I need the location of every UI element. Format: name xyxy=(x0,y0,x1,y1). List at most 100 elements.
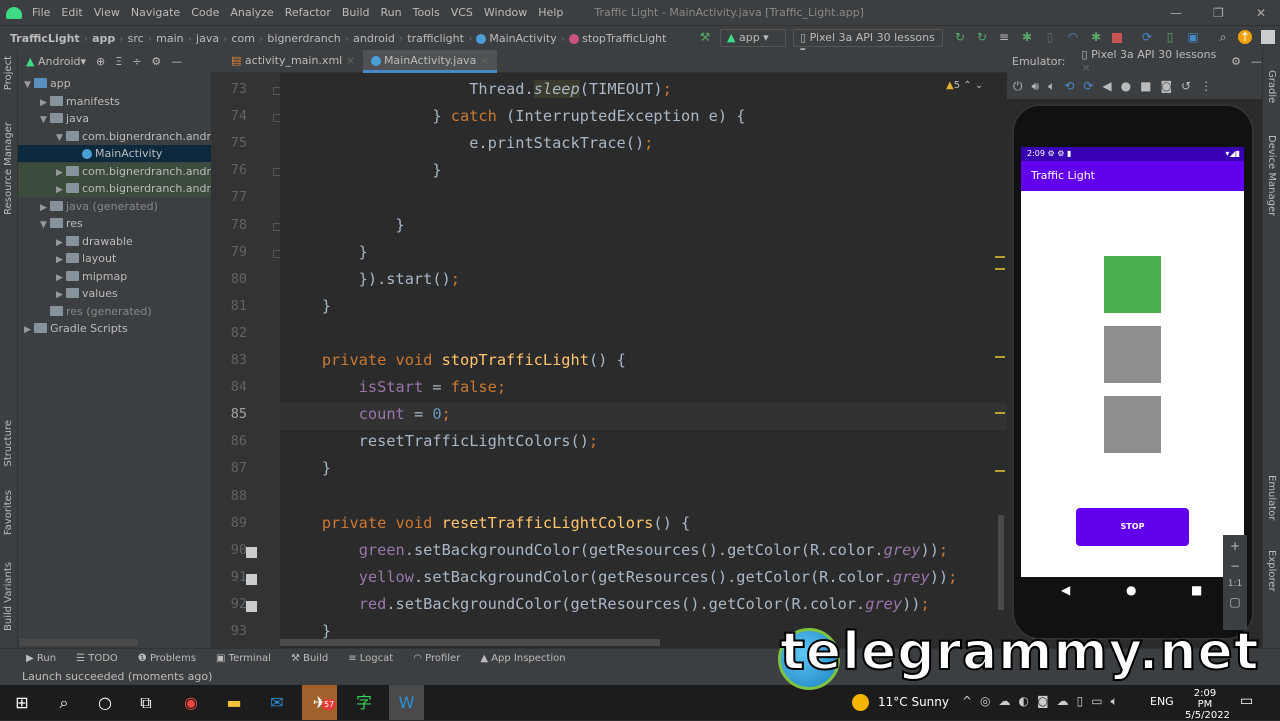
attach-debugger-icon[interactable]: ✱ xyxy=(1089,30,1103,44)
project-tool-tab[interactable]: Project xyxy=(3,56,14,90)
tree-item[interactable]: ▼ java xyxy=(18,110,211,127)
tool-logcat[interactable]: ≡ Logcat xyxy=(348,653,393,664)
chevron-down-icon[interactable]: ▼ xyxy=(56,130,66,145)
warnings-indicator[interactable]: ▲5 ⌃ ⌄ xyxy=(946,80,983,91)
zoom-out-button[interactable]: − xyxy=(1223,559,1247,573)
tree-item[interactable]: ▶ java (generated) xyxy=(18,198,211,215)
profiler-icon[interactable]: ◠ xyxy=(1066,30,1080,44)
chevron-right-icon[interactable]: ▶ xyxy=(56,182,66,197)
locate-icon[interactable]: ⊕ xyxy=(96,55,105,68)
chevron-right-icon[interactable]: ▶ xyxy=(24,322,34,337)
hide-icon[interactable]: — xyxy=(171,55,182,68)
tree-item[interactable]: ▶ drawable xyxy=(18,233,211,250)
menu-analyze[interactable]: Analyze xyxy=(230,6,273,19)
menu-code[interactable]: Code xyxy=(191,6,219,19)
menu-tools[interactable]: Tools xyxy=(413,6,440,19)
tree-item[interactable]: ▼ app xyxy=(18,75,211,92)
zoom-in-button[interactable]: + xyxy=(1223,539,1247,553)
stop-icon[interactable] xyxy=(1112,33,1122,43)
warning-marker[interactable] xyxy=(995,268,1005,270)
search-icon[interactable]: ⌕ xyxy=(46,685,82,720)
menu-run[interactable]: Run xyxy=(381,6,402,19)
mail-icon[interactable]: ✉ xyxy=(259,685,295,720)
resource-manager-tool-tab[interactable]: Resource Manager xyxy=(3,122,14,215)
tree-item[interactable]: ▶ values xyxy=(18,285,211,302)
chevron-right-icon[interactable]: ▶ xyxy=(56,287,66,302)
volume-down-icon[interactable]: 🔈︎ xyxy=(1048,79,1055,94)
chevron-right-icon[interactable]: ▶ xyxy=(56,235,66,250)
coverage-icon[interactable]: ≡ xyxy=(997,30,1011,44)
breadcrumb-item[interactable]: stopTrafficLight xyxy=(569,32,666,45)
nav-recents-icon[interactable]: ■ xyxy=(1191,583,1202,597)
run-config-select[interactable]: ▲ app ▾ xyxy=(720,29,786,47)
tool-profiler[interactable]: ◠ Profiler xyxy=(413,653,460,664)
chevron-right-icon[interactable]: ▶ xyxy=(40,200,50,215)
task-view-icon[interactable]: ⧉ xyxy=(128,685,164,720)
menu-help[interactable]: Help xyxy=(538,6,563,19)
camera-icon[interactable]: ◙ xyxy=(1160,79,1172,93)
menu-build[interactable]: Build xyxy=(342,6,370,19)
word-icon[interactable]: W xyxy=(389,685,424,720)
favorites-tool-tab[interactable]: Favorites xyxy=(3,490,14,535)
project-view-select[interactable]: ▲ Android▾ xyxy=(26,55,86,68)
device-manager-tool-tab[interactable]: Device Manager xyxy=(1266,135,1277,216)
tab-main-activity-java[interactable]: MainActivity.java × xyxy=(362,50,498,73)
rotate-right-icon[interactable]: ⟳ xyxy=(1083,79,1093,93)
warning-marker[interactable] xyxy=(995,470,1005,472)
editor-h-scrollbar[interactable] xyxy=(280,639,660,646)
tray-icons[interactable]: ^◎☁◐◙☁▯▭🔈︎ xyxy=(962,694,1126,709)
breadcrumb-item[interactable]: com xyxy=(232,32,256,45)
notifications-icon[interactable]: ▭ xyxy=(1240,693,1253,709)
chevron-right-icon[interactable]: ▶ xyxy=(56,165,66,180)
rotate-left-icon[interactable]: ⟲ xyxy=(1064,79,1074,93)
sync-gradle-icon[interactable]: ⟳ xyxy=(1140,30,1154,44)
breadcrumb-item[interactable]: app xyxy=(92,32,115,45)
hide-icon[interactable]: — xyxy=(1251,55,1262,68)
tree-item[interactable]: MainActivity xyxy=(18,145,211,162)
tree-item[interactable]: ▶ com.bignerdranch.android xyxy=(18,162,211,180)
breadcrumb-item[interactable]: main xyxy=(156,32,183,45)
emulator-tool-tab[interactable]: Emulator xyxy=(1266,475,1277,520)
file-explorer-icon[interactable]: ▬ xyxy=(216,685,252,720)
chevron-down-icon[interactable]: ▼ xyxy=(40,112,50,127)
tree-scrollbar[interactable] xyxy=(20,639,138,646)
color-swatch-icon[interactable] xyxy=(246,546,257,558)
weather-text[interactable]: 11°C Sunny xyxy=(878,695,949,709)
tool-build[interactable]: ⚒ Build xyxy=(291,653,328,664)
warning-marker[interactable] xyxy=(995,412,1005,414)
nav-back-icon[interactable]: ◀ xyxy=(1061,583,1070,597)
breadcrumb-item[interactable]: src xyxy=(128,32,144,45)
tool-terminal[interactable]: ▣ Terminal xyxy=(216,653,271,664)
menu-edit[interactable]: Edit xyxy=(61,6,82,19)
more-icon[interactable]: ⋮ xyxy=(1200,79,1212,93)
chevron-right-icon[interactable]: ▶ xyxy=(56,252,66,267)
hammer-build-icon[interactable]: ⚒ xyxy=(698,30,712,44)
zoom-fit-button[interactable]: ▢ xyxy=(1223,595,1247,609)
warning-marker[interactable] xyxy=(995,356,1005,358)
tool-problems[interactable]: ❶ Problems xyxy=(138,653,196,664)
home-icon[interactable]: ● xyxy=(1121,79,1131,93)
chevron-right-icon[interactable]: ▶ xyxy=(56,270,66,285)
breadcrumb-item[interactable]: trafficlight xyxy=(407,32,464,45)
gradle-tool-tab[interactable]: Gradle xyxy=(1266,70,1277,103)
menu-vcs[interactable]: VCS xyxy=(451,6,473,19)
weather-icon[interactable] xyxy=(852,694,869,711)
device-select[interactable]: ▯ Pixel 3a API 30 lessons ▾ xyxy=(793,29,943,57)
minimize-button[interactable]: — xyxy=(1170,6,1182,20)
gear-icon[interactable]: ⚙ xyxy=(1231,55,1241,68)
tree-item[interactable]: ▼ com.bignerdranch.android xyxy=(18,128,211,145)
zoom-reset-button[interactable]: 1:1 xyxy=(1223,579,1247,589)
nav-home-icon[interactable]: ● xyxy=(1126,583,1136,597)
chrome-icon[interactable]: ◉ xyxy=(173,685,209,720)
tab-activity-main-xml[interactable]: ▤ activity_main.xml × xyxy=(223,50,363,73)
close-button[interactable]: ✕ xyxy=(1256,6,1266,20)
sdk-manager-icon[interactable]: ▣ xyxy=(1186,30,1200,44)
tree-item[interactable]: ▶ com.bignerdranch.android xyxy=(18,180,211,197)
menu-refactor[interactable]: Refactor xyxy=(285,6,331,19)
tree-item[interactable]: ▶ Gradle Scripts xyxy=(18,320,211,337)
breadcrumb-item[interactable]: bignerdranch xyxy=(267,32,340,45)
breadcrumb-item[interactable]: MainActivity xyxy=(476,32,557,45)
color-swatch-icon[interactable] xyxy=(246,600,257,612)
build-variants-tool-tab[interactable]: Build Variants xyxy=(3,562,14,631)
overview-icon[interactable]: ■ xyxy=(1140,79,1151,93)
